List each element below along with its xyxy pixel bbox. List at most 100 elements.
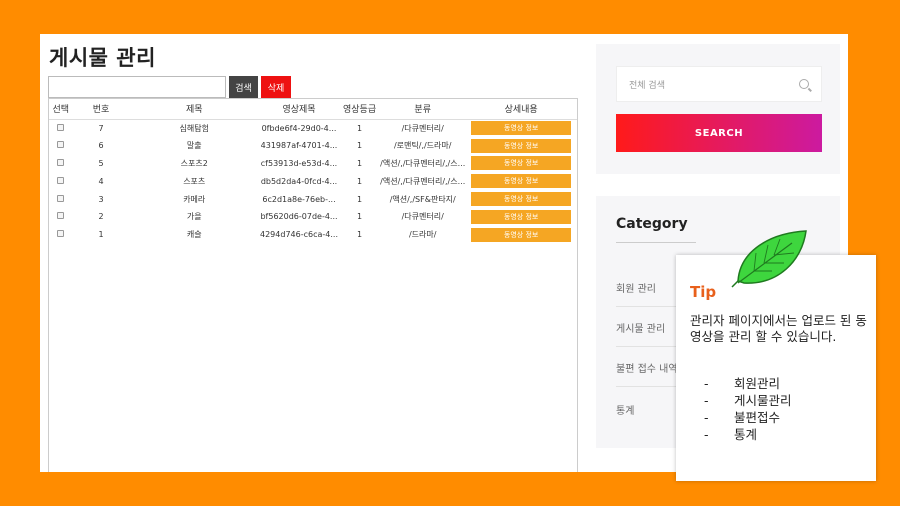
row-checkbox[interactable] (57, 212, 65, 220)
row-title: 심해탐험 (179, 123, 209, 133)
row-checkbox-cell (49, 119, 73, 137)
video-info-button[interactable]: 동영상 정보 (471, 174, 572, 189)
row-number: 4 (98, 176, 104, 186)
row-grade: 1 (357, 194, 363, 204)
row-number: 5 (98, 158, 104, 168)
category-divider (616, 242, 696, 243)
row-category: /액션/,/다큐멘터리/,/스... (380, 158, 466, 168)
row-category: /로맨틱/,/드라마/ (393, 141, 452, 151)
tip-body: 관리자 페이지에서는 업로드 된 동영상을 관리 할 수 있습니다. (690, 313, 867, 344)
video-info-button[interactable]: 동영상 정보 (471, 121, 572, 136)
search-button[interactable]: 검색 (229, 76, 258, 98)
table-row: 5 스포츠2 cf53913d-e53d-4... 1 /액션/,/다큐멘터리/… (49, 155, 577, 173)
row-detail-cell: 동영상 정보 (465, 226, 577, 244)
video-info-button[interactable]: 동영상 정보 (471, 156, 572, 171)
main-panel: 게시물 관리 검색 삭제 선택 번호 제목 영상제목 영상등급 분류 상세내용 (40, 34, 585, 472)
row-video-title: bf5620d6-07de-4... (260, 212, 338, 222)
table-row: 4 스포츠 db5d2da4-0fcd-4... 1 /액션/,/다큐멘터리/,… (49, 172, 577, 190)
delete-button[interactable]: 삭제 (261, 76, 291, 98)
row-title: 캐슬 (186, 230, 202, 240)
video-info-button[interactable]: 동영상 정보 (471, 209, 572, 224)
sidebar-item-complaints[interactable]: 불편 접수 내역 (616, 360, 678, 375)
header-title: 제목 (129, 99, 260, 120)
row-checkbox-cell (49, 226, 73, 244)
row-checkbox[interactable] (57, 158, 65, 166)
sidebar-item-members[interactable]: 회원 관리 (616, 280, 656, 295)
row-video-title: 6c2d1a8e-76eb-... (262, 194, 336, 204)
row-number: 2 (98, 212, 104, 222)
row-category: /다큐멘터리/ (401, 212, 444, 222)
row-checkbox[interactable] (57, 141, 65, 149)
row-title: 말출 (186, 141, 202, 151)
row-grade: 1 (357, 230, 363, 240)
row-detail-cell: 동영상 정보 (465, 155, 577, 173)
sidebar-search-button[interactable]: SEARCH (616, 114, 822, 152)
post-table: 선택 번호 제목 영상제목 영상등급 분류 상세내용 7 심해탐험 0fbde6… (49, 99, 577, 244)
header-video-title: 영상제목 (259, 99, 339, 120)
row-checkbox-cell (49, 172, 73, 190)
row-detail-cell: 동영상 정보 (465, 208, 577, 226)
header-number: 번호 (72, 99, 130, 120)
video-info-button[interactable]: 동영상 정보 (471, 138, 572, 153)
row-number: 3 (98, 194, 104, 204)
page-title: 게시물 관리 (49, 46, 156, 70)
row-checkbox[interactable] (57, 123, 65, 131)
row-number: 7 (98, 123, 104, 133)
sidebar-search-card: 전체 검색 SEARCH (596, 44, 840, 174)
row-checkbox-cell (49, 137, 73, 155)
row-number: 6 (98, 141, 104, 151)
row-checkbox-cell (49, 190, 73, 208)
row-video-title: 0fbde6f4-29d0-4... (261, 123, 337, 133)
list-item: - 불편접수 (704, 410, 781, 425)
row-title: 스포츠2 (180, 158, 208, 168)
header-category: 분류 (380, 99, 466, 120)
row-grade: 1 (357, 212, 363, 222)
table-header-row: 선택 번호 제목 영상제목 영상등급 분류 상세내용 (49, 99, 577, 120)
sidebar-item-statistics[interactable]: 통계 (616, 402, 634, 417)
table-row: 7 심해탐험 0fbde6f4-29d0-4... 1 /다큐멘터리/ 동영상 … (49, 119, 577, 137)
header-select: 선택 (49, 99, 73, 120)
header-video-grade: 영상등급 (338, 99, 381, 120)
search-input[interactable] (48, 76, 226, 98)
video-info-button[interactable]: 동영상 정보 (471, 227, 572, 242)
row-number: 1 (98, 230, 104, 240)
list-item: - 통계 (704, 427, 758, 442)
row-checkbox[interactable] (57, 176, 65, 184)
row-title: 스포츠 (183, 176, 206, 186)
tip-title: Tip (690, 283, 717, 301)
leaf-icon (731, 230, 807, 288)
search-toolbar: 검색 삭제 (48, 76, 291, 98)
row-grade: 1 (357, 158, 363, 168)
row-video-title: db5d2da4-0fcd-4... (260, 176, 338, 186)
list-item: - 회원관리 (704, 376, 781, 391)
header-detail: 상세내용 (465, 99, 577, 120)
table-row: 6 말출 431987af-4701-4... 1 /로맨틱/,/드라마/ 동영… (49, 137, 577, 155)
row-checkbox[interactable] (57, 230, 65, 238)
row-grade: 1 (357, 141, 363, 151)
post-table-container: 선택 번호 제목 영상제목 영상등급 분류 상세내용 7 심해탐험 0fbde6… (48, 98, 578, 472)
row-detail-cell: 동영상 정보 (465, 172, 577, 190)
row-category: /액션/,/SF&판타지/ (389, 194, 456, 204)
row-video-title: 431987af-4701-4... (260, 141, 338, 151)
row-checkbox-cell (49, 208, 73, 226)
row-category: /액션/,/다큐멘터리/,/스... (380, 176, 466, 186)
row-checkbox[interactable] (57, 194, 65, 202)
row-category: /드라마/ (408, 230, 437, 240)
sidebar-search-input[interactable]: 전체 검색 (616, 66, 822, 102)
row-detail-cell: 동영상 정보 (465, 119, 577, 137)
category-title: Category (616, 216, 688, 232)
row-video-title: 4294d746-c6ca-4... (260, 230, 338, 240)
table-row: 3 카메라 6c2d1a8e-76eb-... 1 /액션/,/SF&판타지/ … (49, 190, 577, 208)
sidebar-search-placeholder: 전체 검색 (629, 80, 665, 91)
row-grade: 1 (357, 176, 363, 186)
tip-list: - 회원관리 - 게시물관리 - 불편접수 - 통계 (704, 375, 792, 443)
row-grade: 1 (357, 123, 363, 133)
row-title: 가을 (186, 212, 202, 222)
sidebar-item-posts[interactable]: 게시물 관리 (616, 320, 665, 335)
row-detail-cell: 동영상 정보 (465, 190, 577, 208)
row-title: 카메라 (183, 194, 206, 204)
video-info-button[interactable]: 동영상 정보 (471, 192, 572, 207)
list-item: - 게시물관리 (704, 393, 792, 408)
row-detail-cell: 동영상 정보 (465, 137, 577, 155)
table-row: 2 가을 bf5620d6-07de-4... 1 /다큐멘터리/ 동영상 정보 (49, 208, 577, 226)
